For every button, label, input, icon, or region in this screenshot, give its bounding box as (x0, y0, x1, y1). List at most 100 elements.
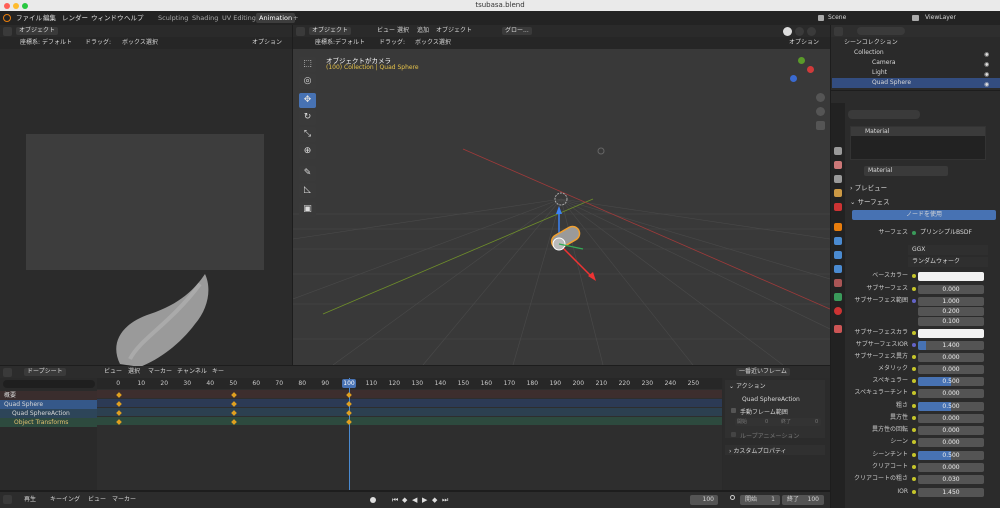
zoom-icon[interactable] (816, 93, 825, 102)
menu-file[interactable]: ファイル (16, 11, 42, 25)
blender-logo-icon[interactable] (3, 14, 11, 22)
tool-tab-icon[interactable] (834, 147, 842, 155)
data-tab-icon[interactable] (834, 293, 842, 301)
dopesheet-mode-dropdown[interactable]: ドープシート (24, 368, 66, 376)
measure-tool-icon[interactable]: ◺ (299, 183, 316, 198)
subsurface-method-dropdown[interactable]: ランダムウォーク (908, 257, 988, 267)
shader-value[interactable]: プリンシプルBSDF (920, 227, 972, 239)
quad-sphere-object[interactable] (543, 204, 613, 284)
property-field[interactable]: 0.000 (918, 388, 984, 398)
channel-summary[interactable]: 概要 (0, 391, 97, 400)
gizmo-y-icon[interactable] (798, 57, 805, 64)
property-field[interactable]: 0.100 (918, 316, 984, 326)
ds-menu-channel[interactable]: チャンネル (177, 366, 207, 378)
editor-type-icon[interactable] (3, 495, 12, 504)
move-tool-icon[interactable]: ✥ (299, 93, 316, 108)
property-field[interactable]: 0.500 (918, 450, 984, 460)
property-field[interactable]: 0.500 (918, 376, 984, 386)
options-button[interactable]: オプション (252, 37, 282, 49)
editor-type-icon[interactable] (3, 367, 12, 377)
playhead-frame[interactable]: 100 (342, 379, 356, 388)
left-mode-dropdown[interactable]: オブジェクト (16, 27, 59, 35)
orientation-dropdown[interactable]: グロー... (502, 27, 532, 35)
menu-render[interactable]: レンダー (62, 11, 88, 25)
timeline-menu-marker[interactable]: マーカー (112, 492, 136, 508)
scale-tool-icon[interactable]: ⤡ (299, 127, 316, 142)
view-layer-name[interactable]: ViewLayer (925, 11, 956, 25)
snap-mode-dropdown[interactable]: 一番近いフレーム (736, 368, 790, 376)
record-icon[interactable] (370, 497, 376, 503)
property-field[interactable]: 0.000 (918, 284, 984, 294)
material-slot-list[interactable]: Material (850, 126, 986, 160)
property-field[interactable]: 0.000 (918, 425, 984, 435)
shading-material-icon[interactable] (795, 26, 804, 36)
add-workspace-icon[interactable]: + (290, 13, 301, 23)
outliner-search-input[interactable] (857, 27, 905, 35)
jump-end-icon[interactable]: ⏭ (442, 492, 448, 508)
action-panel-title[interactable]: ⌄ アクション (729, 381, 766, 390)
left-viewport[interactable] (0, 49, 292, 367)
timeline-menu-keying[interactable]: キーイング (50, 492, 80, 508)
editor-type-icon[interactable] (3, 26, 12, 36)
next-key-icon[interactable]: ◆ (432, 492, 437, 508)
dopesheet-keyframe-area[interactable] (97, 378, 722, 490)
timeline-menu-playback[interactable]: 再生 (24, 492, 36, 508)
drag-value[interactable]: ボックス選択 (415, 37, 451, 49)
start-frame-field[interactable]: 開始 1 (740, 495, 780, 505)
viewport-mode-dropdown[interactable]: オブジェクト (309, 27, 352, 35)
menu-edit[interactable]: 編集 (43, 11, 56, 25)
property-field[interactable]: 0.000 (918, 364, 984, 374)
surface-section[interactable]: ⌄ サーフェス (850, 196, 890, 206)
viewport-menu-view[interactable]: ビュー (377, 25, 395, 37)
property-field[interactable]: 1.400 (918, 340, 984, 350)
shading-rendered-icon[interactable] (807, 26, 816, 36)
camera-view-icon[interactable] (816, 121, 825, 130)
coord-value[interactable]: デフォルト (42, 37, 72, 49)
add-cube-tool-icon[interactable]: ▣ (299, 202, 316, 217)
material-name-field[interactable]: Material (864, 166, 948, 176)
outliner-item-camera[interactable]: Camera ◉ (832, 58, 1000, 68)
action-name[interactable]: Quad SphereAction (742, 396, 800, 403)
play-icon[interactable]: ▶ (422, 492, 427, 508)
tab-sculpting[interactable]: Sculpting (155, 13, 191, 23)
use-nodes-button[interactable]: ノードを使用 (852, 210, 996, 220)
manual-range-checkbox[interactable] (731, 408, 736, 413)
eye-icon[interactable]: ◉ (984, 80, 989, 90)
material-slot-item[interactable]: Material (851, 127, 985, 136)
menu-window[interactable]: ウィンドウ (91, 11, 124, 25)
close-window-button[interactable] (4, 3, 10, 9)
physics-tab-icon[interactable] (834, 265, 842, 273)
custom-props-title[interactable]: › カスタムプロパティ (729, 446, 787, 455)
options-button[interactable]: オプション (789, 37, 819, 49)
preview-section[interactable]: › プレビュー (850, 182, 887, 192)
timeline-menu-view[interactable]: ビュー (88, 492, 106, 508)
drag-value[interactable]: ボックス選択 (122, 37, 158, 49)
outliner-item-light[interactable]: Light ◉ (832, 68, 1000, 78)
material-tab-icon[interactable] (834, 307, 842, 315)
distribution-dropdown[interactable]: GGX (908, 245, 988, 255)
ds-menu-view[interactable]: ビュー (104, 366, 122, 378)
frame-range-field[interactable]: 開始 0 終了 0 (735, 418, 821, 426)
modifier-tab-icon[interactable] (834, 237, 842, 245)
output-tab-icon[interactable] (834, 175, 842, 183)
ds-menu-key[interactable]: キー (212, 366, 224, 378)
outliner-scene-collection[interactable]: シーンコレクション (832, 38, 1000, 48)
property-field[interactable]: 0.500 (918, 401, 984, 411)
gizmo-x-icon[interactable] (807, 66, 814, 73)
property-field[interactable]: 1.450 (918, 487, 984, 497)
viewport-menu-object[interactable]: オブジェクト (436, 25, 472, 37)
property-field[interactable]: 0.000 (918, 462, 984, 472)
property-field[interactable] (918, 328, 984, 338)
shading-solid-icon[interactable] (783, 26, 792, 36)
channel-object-transforms[interactable]: Object Transforms (0, 418, 97, 427)
property-field[interactable] (918, 271, 984, 281)
ds-menu-marker[interactable]: マーカー (148, 366, 172, 378)
gizmo-z-icon[interactable] (790, 75, 797, 82)
clock-icon[interactable] (730, 495, 735, 500)
annotate-tool-icon[interactable]: ✎ (299, 166, 316, 181)
rotate-tool-icon[interactable]: ↻ (299, 110, 316, 125)
navigation-gizmo[interactable] (787, 57, 817, 87)
pan-hand-icon[interactable] (816, 107, 825, 116)
outliner-item-quad-sphere[interactable]: Quad Sphere ◉ (832, 78, 1000, 88)
channel-action[interactable]: Quad SphereAction (0, 409, 97, 418)
